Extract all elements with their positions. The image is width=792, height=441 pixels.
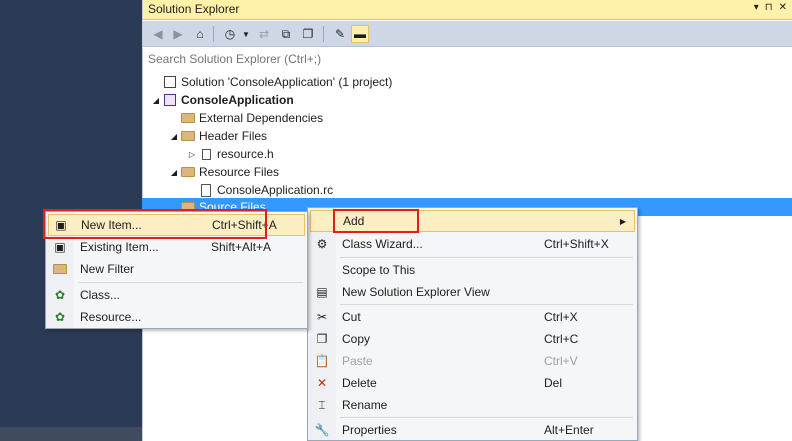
home-icon[interactable]: ⌂ [191, 25, 209, 43]
menu-item-copy[interactable]: ❐ Copy Ctrl+C [310, 328, 635, 350]
tree-item-resource-h[interactable]: ▷ resource.h [186, 145, 274, 163]
cut-icon: ✂ [316, 310, 328, 324]
search-input[interactable] [143, 48, 792, 70]
sync-icon[interactable]: ⇄ [255, 25, 273, 43]
tree-item-solution[interactable]: Solution 'ConsoleApplication' (1 project… [150, 73, 392, 91]
folder-icon [180, 129, 196, 143]
expand-arrow-icon[interactable]: ◢ [168, 168, 180, 177]
context-menu: Add ▶ ⚙ Class Wizard... Ctrl+Shift+X Sco… [307, 207, 638, 441]
new-view-icon: ▤ [316, 285, 328, 299]
annotation-box-new-item [43, 209, 267, 239]
menu-item-existing-item[interactable]: ▣ Existing Item... Shift+Alt+A [48, 236, 305, 258]
tree-item-project[interactable]: ◢ ConsoleApplication [150, 91, 294, 109]
preview-icon[interactable]: ▬ [351, 25, 369, 43]
copy-icon: ❐ [316, 332, 328, 346]
header-file-icon [198, 147, 214, 161]
menu-item-rename[interactable]: ⌶ Rename [310, 394, 635, 416]
folder-icon [180, 165, 196, 179]
menu-item-resource[interactable]: ✿ Resource... [48, 306, 305, 328]
menu-item-cut[interactable]: ✂ Cut Ctrl+X [310, 306, 635, 328]
collapsed-arrow-icon[interactable]: ▷ [186, 150, 198, 159]
search-bar [143, 48, 792, 70]
new-filter-icon [52, 261, 68, 277]
close-icon[interactable]: ✕ [779, 2, 787, 13]
tree-item-rc-file[interactable]: ConsoleApplication.rc [198, 181, 333, 199]
menu-item-new-filter[interactable]: New Filter [48, 258, 305, 280]
paste-icon: 📋 [314, 354, 330, 368]
show-all-files-icon[interactable]: ❐ [299, 25, 317, 43]
class-icon: ✿ [54, 288, 66, 302]
tree-item-external-deps[interactable]: External Dependencies [180, 109, 323, 127]
annotation-box-add [333, 209, 419, 233]
solution-explorer-toolbar: ◀ ▶ ⌂ ◷ ▼ ⇄ ⧉ ❐ ✎ ▬ [143, 21, 792, 47]
solution-explorer-title-bar[interactable]: Solution Explorer ▾ ⊓ ✕ [143, 0, 792, 20]
expand-arrow-icon[interactable]: ◢ [168, 132, 180, 141]
rc-file-icon [198, 183, 214, 197]
properties-wrench-icon[interactable]: ✎ [331, 25, 349, 43]
project-icon [162, 93, 178, 107]
chevron-down-icon[interactable]: ▼ [237, 25, 255, 43]
back-icon[interactable]: ◀ [149, 25, 167, 43]
pin-icon[interactable]: ⊓ [765, 2, 773, 13]
collapse-all-icon[interactable]: ⧉ [277, 25, 295, 43]
folder-icon [180, 111, 196, 125]
solution-icon [162, 75, 178, 89]
menu-item-scope-to-this[interactable]: Scope to This [310, 259, 635, 281]
delete-icon: ✕ [316, 376, 328, 390]
menu-item-class-wizard[interactable]: ⚙ Class Wizard... Ctrl+Shift+X [310, 233, 635, 255]
panel-title: Solution Explorer [148, 2, 240, 16]
menu-item-class[interactable]: ✿ Class... [48, 284, 305, 306]
rename-icon: ⌶ [318, 397, 326, 412]
existing-item-icon: ▣ [54, 240, 66, 254]
dropdown-arrow-icon[interactable]: ▾ [754, 2, 759, 13]
menu-item-properties[interactable]: 🔧 Properties Alt+Enter [310, 419, 635, 441]
menu-item-delete[interactable]: ✕ Delete Del [310, 372, 635, 394]
submenu-arrow-icon: ▶ [619, 216, 626, 226]
class-wizard-icon: ⚙ [316, 237, 328, 251]
menu-item-paste[interactable]: 📋 Paste Ctrl+V [310, 350, 635, 372]
tree-item-header-files[interactable]: ◢ Header Files [168, 127, 267, 145]
tree-item-resource-files[interactable]: ◢ Resource Files [168, 163, 279, 181]
resource-icon: ✿ [54, 310, 66, 324]
expand-arrow-icon[interactable]: ◢ [150, 96, 162, 105]
forward-icon[interactable]: ▶ [169, 25, 187, 43]
menu-item-new-solution-explorer-view[interactable]: ▤ New Solution Explorer View [310, 281, 635, 303]
wrench-icon: 🔧 [314, 423, 330, 437]
